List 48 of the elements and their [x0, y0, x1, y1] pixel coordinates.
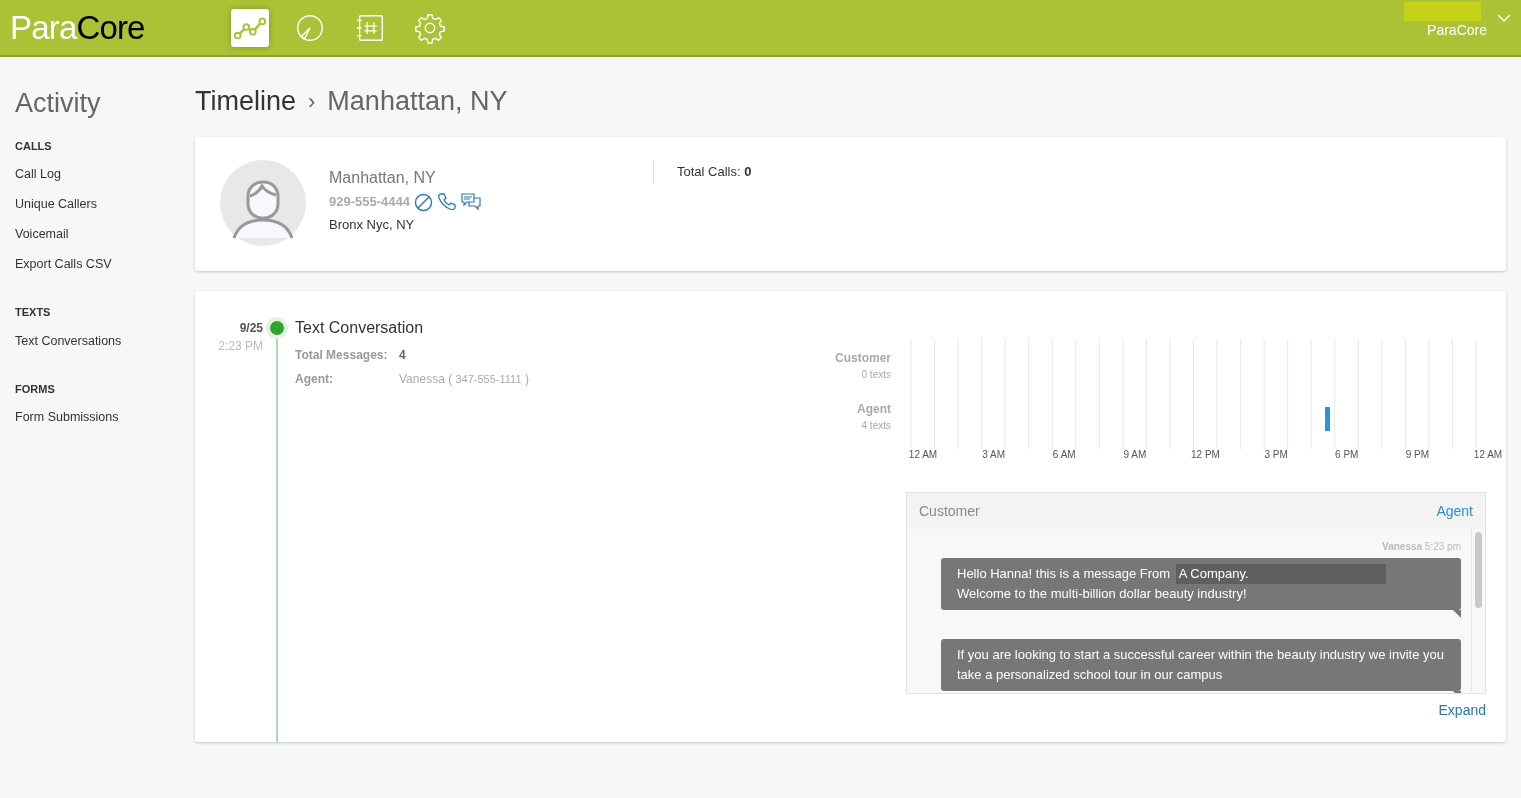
page-title: Manhattan, NY [327, 84, 508, 118]
phone-number: 929-555-4444 [329, 193, 410, 212]
logo: ParaCore [10, 11, 145, 44]
chat-icon[interactable] [460, 192, 481, 212]
field-value: 4 [399, 347, 406, 364]
field-value: Vanessa ( 347-555-1111 ) [399, 371, 529, 388]
time-label: 12 AM [1473, 448, 1503, 462]
sidebar-link[interactable]: Unique Callers [15, 195, 195, 214]
row-label: Customer [835, 350, 891, 367]
time-label: 9 PM [1405, 448, 1430, 462]
section-heading: FORMS [15, 381, 56, 397]
sidebar-link[interactable]: Export Calls CSV [15, 255, 195, 274]
breadcrumb-link[interactable]: Timeline [195, 80, 297, 122]
field-label: Agent: [295, 371, 334, 388]
sidebar-link[interactable]: Call Log [15, 165, 195, 184]
time-label: 3 PM [1264, 448, 1288, 462]
contact-location: Bronx Nyc, NY [329, 216, 416, 234]
time-label: 3 AM [982, 448, 1005, 462]
row-label: Agent [857, 401, 891, 418]
time-label: 12 AM [908, 448, 938, 462]
section-heading: TEXTS [15, 305, 52, 320]
time-label: 9 AM [1123, 448, 1147, 462]
sidebar-title: Activity [15, 87, 102, 120]
time-label: 6 AM [1052, 448, 1076, 462]
message-text: If you are looking to start a successful career within the beauty industry we invite you take a personalized school tour in our campus [957, 646, 1445, 684]
event-date: 9/25 [238, 320, 263, 337]
message-text: Hello Hanna! this is a message From A Company. Welcome to the multi-billion dollar beauty industry! [957, 564, 1445, 604]
text-count: 4 texts [861, 419, 891, 433]
sidebar-link[interactable]: Voicemail [15, 225, 195, 244]
section-heading: CALLS [15, 138, 53, 154]
scrollbar[interactable] [1471, 529, 1485, 691]
sidebar-link[interactable]: Form Submissions [15, 408, 195, 427]
chevron-down-icon[interactable] [1497, 14, 1511, 23]
line-chart-button[interactable] [230, 8, 269, 47]
sidebar-link[interactable]: Text Conversations [15, 331, 195, 351]
block-icon[interactable] [413, 192, 433, 212]
total-calls: Total Calls: 0 [677, 164, 752, 179]
field-label: Total Messages: [295, 347, 389, 364]
time-label: 6 PM [1335, 448, 1359, 462]
event-title: Text Conversation [295, 318, 425, 338]
contact-name: Manhattan, NY [329, 168, 437, 188]
avatar-icon [220, 160, 306, 246]
breadcrumb-separator: › [308, 87, 316, 116]
expand-link[interactable]: Expand [1438, 702, 1486, 718]
text-count: 0 texts [861, 368, 891, 382]
phone-icon[interactable] [436, 192, 457, 212]
event-time: 2:23 PM [217, 338, 263, 355]
time-label: 12 PM [1191, 448, 1220, 462]
